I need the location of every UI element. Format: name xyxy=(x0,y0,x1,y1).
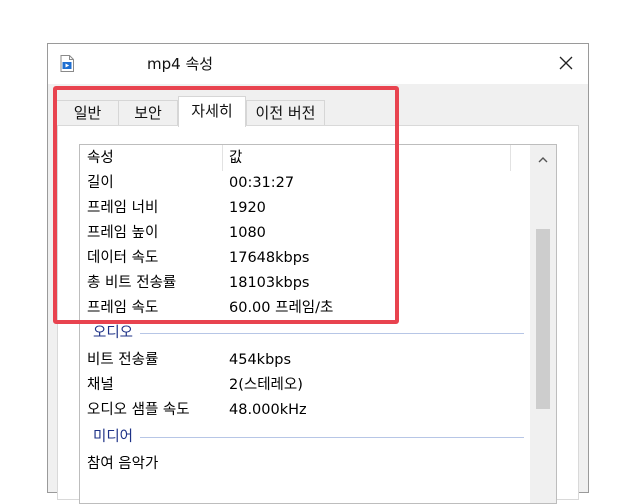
list-header: 속성 값 xyxy=(80,145,530,171)
column-header-property[interactable]: 속성 xyxy=(87,146,114,171)
property-value: 48.000kHz xyxy=(229,402,307,418)
group-header-audio: 오디오 xyxy=(80,321,530,346)
property-value: 454kbps xyxy=(229,352,292,368)
property-name: 프레임 너비 xyxy=(87,200,159,216)
list-item[interactable]: 오디오 샘플 속도 48.000kHz xyxy=(80,398,530,423)
tab-general[interactable]: 일반 xyxy=(56,100,119,126)
scroll-thumb[interactable] xyxy=(536,229,550,409)
property-name: 채널 xyxy=(87,377,114,393)
property-value: 00:31:27 xyxy=(229,175,295,191)
list-item[interactable]: 프레임 속도 60.00 프레임/초 xyxy=(80,296,530,321)
group-divider xyxy=(140,333,524,334)
chevron-up-icon xyxy=(538,148,548,167)
tab-details[interactable]: 자세히 xyxy=(178,96,246,127)
list-item[interactable]: 프레임 너비 1920 xyxy=(80,196,530,221)
group-label: 미디어 xyxy=(93,429,134,445)
property-value: 1080 xyxy=(229,225,266,241)
close-icon xyxy=(559,55,573,74)
tab-previous-versions[interactable]: 이전 버전 xyxy=(246,100,325,126)
column-divider[interactable] xyxy=(222,145,223,171)
group-header-media: 미디어 xyxy=(80,425,530,450)
property-name: 참여 음악가 xyxy=(87,456,159,472)
tab-security[interactable]: 보안 xyxy=(118,100,178,126)
scroll-up-button[interactable] xyxy=(530,145,556,169)
properties-dialog: mp4 속성 일반 보안 자세히 이전 버전 속성 값 길이 00:31:27 xyxy=(47,43,589,504)
property-name: 길이 xyxy=(87,175,114,191)
property-value: 18103kbps xyxy=(229,275,310,291)
list-item[interactable]: 채널 2(스테레오) xyxy=(80,373,530,398)
list-item[interactable]: 참여 음악가 xyxy=(80,452,530,477)
column-header-value[interactable]: 값 xyxy=(229,146,242,171)
tab-strip: 일반 보안 자세히 이전 버전 xyxy=(48,94,588,127)
list-item[interactable]: 프레임 높이 1080 xyxy=(80,221,530,246)
property-name: 프레임 속도 xyxy=(87,300,159,316)
window-title: mp4 속성 xyxy=(147,55,214,73)
group-label: 오디오 xyxy=(93,325,134,341)
property-name: 데이터 속도 xyxy=(87,250,159,266)
list-item[interactable]: 비트 전송률 454kbps xyxy=(80,348,530,373)
title-bar[interactable]: mp4 속성 xyxy=(48,44,588,84)
list-item[interactable]: 데이터 속도 17648kbps xyxy=(80,246,530,271)
property-value: 2(스테레오) xyxy=(229,377,303,393)
list-item[interactable]: 총 비트 전송률 18103kbps xyxy=(80,271,530,296)
column-divider[interactable] xyxy=(510,145,511,171)
property-value: 17648kbps xyxy=(229,250,310,266)
property-name: 비트 전송률 xyxy=(87,352,159,368)
header-row: 속성 값 xyxy=(80,146,530,171)
property-value: 1920 xyxy=(229,200,266,216)
close-button[interactable] xyxy=(544,44,588,84)
list-item[interactable]: 길이 00:31:27 xyxy=(80,171,530,196)
details-list[interactable]: 속성 값 길이 00:31:27 프레임 너비 1920 프레임 높이 1080… xyxy=(79,144,557,504)
property-name: 오디오 샘플 속도 xyxy=(87,402,190,418)
group-divider xyxy=(140,437,524,438)
property-value: 60.00 프레임/초 xyxy=(229,300,334,316)
vertical-scrollbar[interactable] xyxy=(530,145,556,503)
property-name: 총 비트 전송률 xyxy=(87,275,177,291)
video-file-icon xyxy=(60,55,74,72)
property-name: 프레임 높이 xyxy=(87,225,159,241)
